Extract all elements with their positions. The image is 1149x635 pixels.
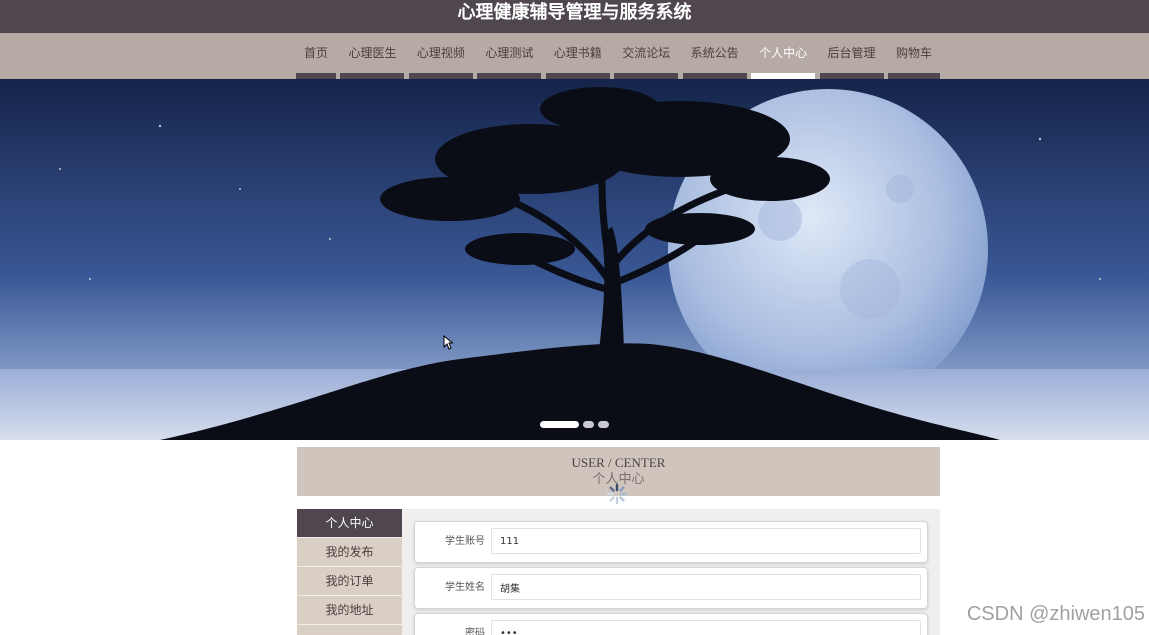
form-row-account: 学生账号 (414, 521, 928, 563)
carousel-dot[interactable] (583, 421, 594, 428)
loading-spinner-icon (606, 483, 628, 505)
banner-image (0, 79, 1149, 440)
account-input[interactable] (491, 528, 921, 554)
profile-form: 学生账号 学生姓名 密码 (402, 509, 940, 635)
account-label: 学生账号 (445, 536, 485, 547)
nav-item-home[interactable]: 首页 (296, 33, 337, 79)
nav-item-cart[interactable]: 购物车 (887, 33, 940, 79)
side-item-my-address[interactable]: 我的地址 (297, 596, 402, 625)
side-item-user-center[interactable]: 个人中心 (297, 509, 402, 538)
side-menu: 个人中心 我的发布 我的订单 我的地址 (297, 509, 402, 635)
nav-item-forum[interactable]: 交流论坛 (614, 33, 679, 79)
carousel-dots (0, 421, 1149, 428)
nav-item-doctors[interactable]: 心理医生 (340, 33, 405, 79)
nav-item-notices[interactable]: 系统公告 (682, 33, 747, 79)
watermark: CSDN @zhiwen105 (966, 603, 1145, 625)
carousel-dot-active[interactable] (540, 421, 579, 428)
name-input[interactable] (491, 574, 921, 600)
form-row-password: 密码 (414, 613, 928, 635)
nav-item-books[interactable]: 心理书籍 (545, 33, 610, 79)
side-item-more[interactable] (297, 625, 402, 635)
side-item-my-posts[interactable]: 我的发布 (297, 538, 402, 567)
name-label: 学生姓名 (445, 582, 485, 593)
password-input[interactable] (491, 620, 921, 635)
section-title-en: USER / CENTER (571, 455, 666, 470)
top-nav: 首页 心理医生 心理视频 心理测试 心理书籍 交流论坛 系统公告 个人中心 后台… (0, 33, 1149, 79)
banner-carousel[interactable] (0, 79, 1149, 440)
password-label: 密码 (465, 628, 485, 635)
nav-item-admin[interactable]: 后台管理 (819, 33, 884, 79)
side-item-my-orders[interactable]: 我的订单 (297, 567, 402, 596)
form-row-name: 学生姓名 (414, 567, 928, 609)
nav-item-user-center[interactable]: 个人中心 (751, 33, 816, 79)
nav-items: 首页 心理医生 心理视频 心理测试 心理书籍 交流论坛 系统公告 个人中心 后台… (296, 33, 940, 79)
app-title: 心理健康辅导管理与服务系统 (0, 0, 1149, 33)
mouse-cursor-icon (443, 335, 453, 350)
nav-item-tests[interactable]: 心理测试 (477, 33, 542, 79)
carousel-dot[interactable] (598, 421, 609, 428)
nav-item-videos[interactable]: 心理视频 (408, 33, 473, 79)
